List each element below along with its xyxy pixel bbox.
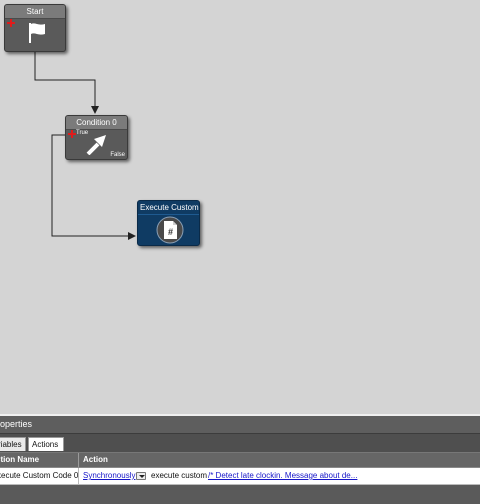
- column-divider: [78, 453, 79, 467]
- custom-code-link[interactable]: /* Detect late clockin. Message about de…: [208, 468, 357, 484]
- execute-custom-code-node[interactable]: Execute Custom Co #: [137, 200, 200, 246]
- add-plus-icon[interactable]: [68, 130, 76, 138]
- flag-icon: [29, 23, 45, 43]
- properties-panel: operties riables Actions ction Name Acti…: [0, 414, 480, 504]
- column-action-name[interactable]: ction Name: [0, 453, 39, 467]
- start-node[interactable]: Start: [4, 4, 66, 52]
- workflow-canvas[interactable]: Start Condition 0 True False Execute Cus…: [0, 0, 480, 414]
- column-action[interactable]: Action: [83, 453, 108, 467]
- column-divider: [78, 468, 79, 484]
- connector-start-to-condition: [34, 52, 99, 114]
- code-file-icon: #: [156, 216, 184, 244]
- actions-grid-header: ction Name Action: [0, 453, 480, 468]
- condition-node[interactable]: Condition 0 True False: [65, 115, 128, 160]
- execute-node-title: Execute Custom Co: [138, 201, 199, 215]
- tab-variables[interactable]: riables: [0, 437, 26, 451]
- false-port-label: False: [110, 152, 125, 158]
- action-verb-text: execute custom: [151, 471, 208, 480]
- chevron-down-icon[interactable]: [136, 472, 146, 480]
- svg-text:#: #: [168, 227, 173, 237]
- tab-actions[interactable]: Actions: [28, 437, 64, 451]
- properties-title: operties: [0, 414, 480, 434]
- grid-empty-area: [0, 485, 480, 504]
- execution-mode-link[interactable]: Synchronously: [83, 468, 135, 484]
- properties-tab-bar: riables Actions: [0, 434, 480, 453]
- action-name-cell: xecute Custom Code 0: [0, 471, 79, 480]
- table-row[interactable]: xecute Custom Code 0 Synchronously execu…: [0, 468, 480, 485]
- start-node-title: Start: [5, 5, 65, 19]
- connector-layer: [34, 52, 136, 240]
- add-plus-icon[interactable]: [7, 19, 15, 27]
- condition-node-title: Condition 0: [66, 116, 127, 130]
- arrow-icon: [86, 135, 106, 155]
